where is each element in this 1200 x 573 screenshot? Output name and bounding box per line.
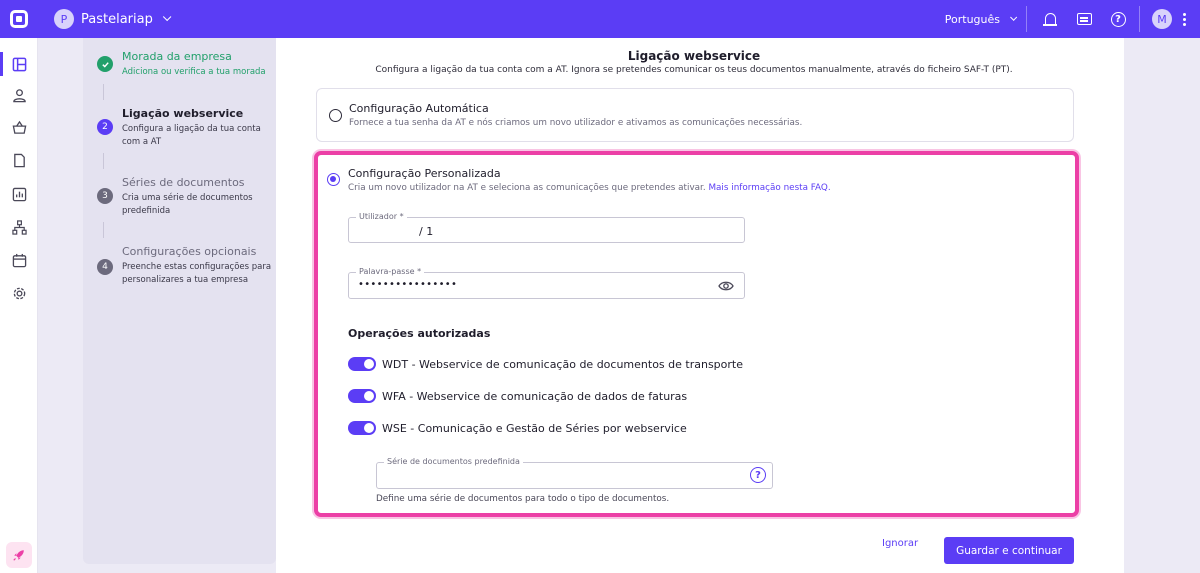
- page-subtitle: Configura a ligação da tua conta com a A…: [375, 65, 1013, 75]
- step-number: 4: [97, 259, 113, 275]
- option-description: Fornece a tua senha da AT e nós criamos …: [349, 118, 803, 128]
- divider: [1139, 6, 1140, 32]
- auto-config-option[interactable]: Configuração Automática Fornece a tua se…: [316, 88, 1074, 142]
- password-value: ••••••••••••••••: [358, 279, 458, 290]
- step-connector: [103, 153, 104, 169]
- nav-sales[interactable]: [0, 115, 38, 139]
- step-connector: [103, 222, 104, 238]
- bell-icon: [1042, 13, 1057, 26]
- step-connector: [103, 84, 104, 100]
- save-and-continue-button[interactable]: Guardar e continuar: [944, 537, 1074, 564]
- chat-icon: [1076, 13, 1092, 25]
- toggle-label: WFA - Webservice de comunicação de dados…: [382, 389, 688, 403]
- nav-settings[interactable]: [0, 281, 38, 305]
- option-title: Configuração Automática: [349, 102, 489, 115]
- field-label: Série de documentos predefinida: [384, 457, 523, 466]
- company-switcher[interactable]: P Pastelariap: [54, 9, 172, 29]
- step-title: Morada da empresa: [122, 50, 232, 63]
- user-avatar[interactable]: M: [1152, 9, 1172, 29]
- chevron-down-icon: [1010, 13, 1018, 21]
- more-vertical-icon[interactable]: [1174, 12, 1194, 26]
- dashboard-icon: [12, 57, 26, 71]
- series-helper-text: Define uma série de documentos para todo…: [376, 494, 670, 504]
- step-description: Configura a ligação da tua conta com a A…: [122, 124, 261, 147]
- step-title: Configurações opcionais: [122, 245, 257, 258]
- calendar-icon: [12, 253, 26, 267]
- app-logo[interactable]: [0, 0, 38, 38]
- step-title: Ligação webservice: [122, 107, 244, 120]
- step-title: Séries de documentos: [122, 176, 245, 189]
- custom-config-option[interactable]: Configuração Personalizada Cria um novo …: [314, 151, 1079, 517]
- help-button[interactable]: ?: [1101, 0, 1135, 38]
- step-description: Adiciona ou verifica a tua morada: [122, 67, 266, 77]
- toggle-row-wdt[interactable]: WDT - Webservice de comunicação de docum…: [348, 357, 743, 371]
- authorized-operations-title: Operações autorizadas: [348, 327, 491, 340]
- check-icon: [97, 56, 113, 72]
- company-avatar: P: [54, 9, 74, 29]
- right-gutter: [1124, 38, 1200, 573]
- eye-icon[interactable]: [718, 280, 734, 292]
- field-label: Utilizador *: [356, 212, 407, 221]
- company-name: Pastelariap: [81, 11, 153, 27]
- language-label: Português: [944, 12, 1000, 26]
- password-field[interactable]: Palavra-passe * ••••••••••••••••: [348, 267, 745, 299]
- username-value: / 1: [419, 225, 434, 238]
- step-description: Preenche estas configurações para person…: [122, 262, 272, 285]
- chevron-down-icon: [162, 12, 172, 22]
- toggle-row-wfa[interactable]: WFA - Webservice de comunicação de dados…: [348, 389, 687, 403]
- sitemap-icon: [11, 219, 27, 235]
- divider: [1026, 6, 1027, 32]
- wse-toggle[interactable]: [348, 421, 376, 435]
- field-label: Palavra-passe *: [356, 267, 425, 276]
- wizard-steps: Morada da empresa Adiciona ou verifica a…: [83, 38, 276, 564]
- language-selector[interactable]: Português: [945, 13, 1026, 26]
- left-nav: [0, 38, 38, 573]
- wdt-toggle[interactable]: [348, 357, 376, 371]
- step-description: Cria uma série de documentos predefinida: [122, 193, 253, 216]
- document-icon: [13, 153, 25, 167]
- notifications-button[interactable]: [1033, 0, 1067, 38]
- option-description: Cria um novo utilizador na AT e selecion…: [348, 183, 831, 193]
- nav-reports[interactable]: [0, 182, 38, 206]
- rocket-icon[interactable]: [6, 542, 32, 568]
- main-content: Ligação webservice Configura a ligação d…: [276, 38, 1124, 573]
- step-number: 2: [97, 119, 113, 135]
- toggle-label: WDT - Webservice de comunicação de docum…: [382, 357, 743, 371]
- nav-calendar[interactable]: [0, 248, 38, 272]
- chart-icon: [12, 187, 26, 201]
- ignore-button[interactable]: Ignorar: [882, 538, 918, 549]
- option-title: Configuração Personalizada: [348, 167, 501, 180]
- messages-button[interactable]: [1067, 0, 1101, 38]
- default-series-field[interactable]: Série de documentos predefinida ?: [376, 457, 773, 489]
- nav-contacts[interactable]: [0, 83, 38, 107]
- help-icon[interactable]: ?: [750, 467, 766, 483]
- wfa-toggle[interactable]: [348, 389, 376, 403]
- user-icon: [12, 88, 26, 102]
- top-bar: P Pastelariap Português ? M: [0, 0, 1200, 38]
- toggle-row-wse[interactable]: WSE - Comunicação e Gestão de Séries por…: [348, 421, 687, 435]
- toggle-label: WSE - Comunicação e Gestão de Séries por…: [382, 421, 687, 435]
- settings-icon: [13, 287, 25, 299]
- nav-integrations[interactable]: [0, 215, 38, 239]
- custom-config-radio[interactable]: [327, 173, 340, 186]
- auto-config-radio[interactable]: [329, 109, 342, 122]
- help-icon: ?: [1110, 11, 1126, 27]
- page-title: Ligação webservice: [627, 49, 761, 63]
- nav-documents[interactable]: [0, 148, 38, 172]
- username-field[interactable]: Utilizador * / 1: [348, 212, 745, 243]
- basket-icon: [12, 120, 26, 134]
- nav-dashboard[interactable]: [0, 52, 38, 76]
- faq-link[interactable]: Mais informação nesta FAQ.: [708, 183, 830, 193]
- step-number: 3: [97, 188, 113, 204]
